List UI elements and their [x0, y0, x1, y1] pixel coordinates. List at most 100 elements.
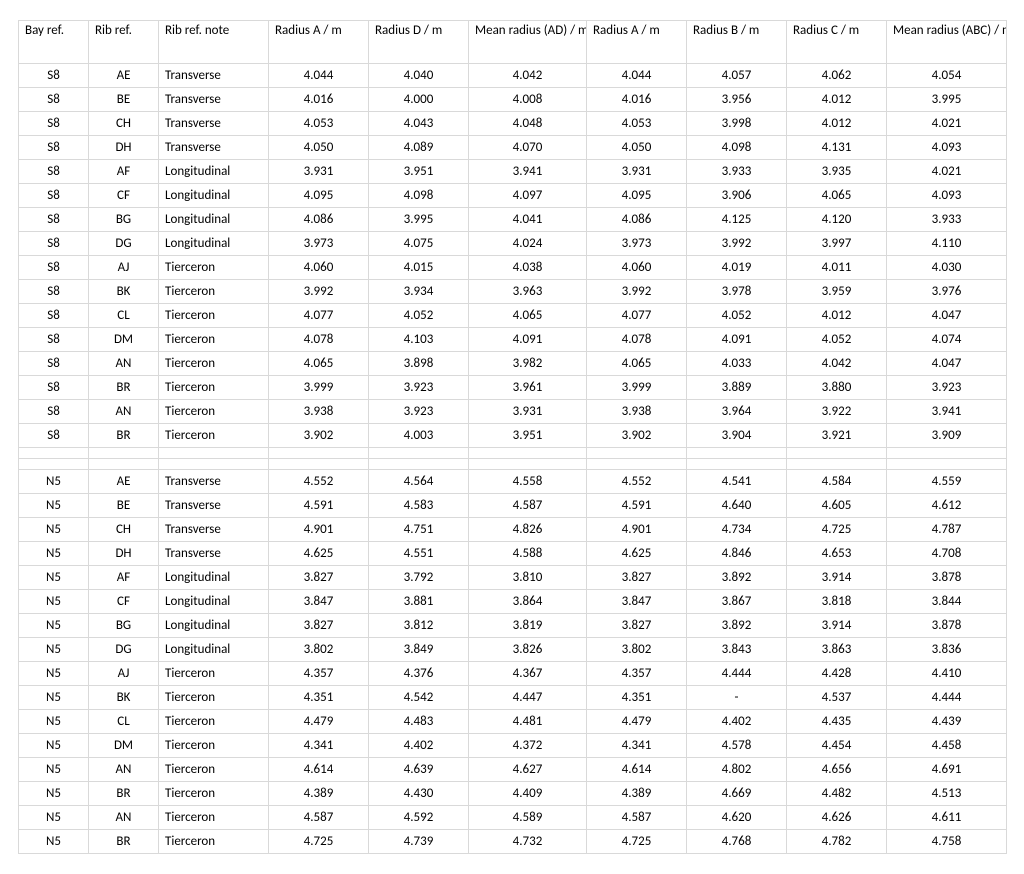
cell-mean-radius-ad: 4.409: [469, 782, 587, 806]
cell-radius-d: 4.075: [369, 232, 469, 256]
cell-mean-radius-abc: 4.611: [887, 806, 1007, 830]
cell-rib-ref-note: Tierceron: [159, 758, 269, 782]
cell-rib-ref: BR: [89, 424, 159, 448]
cell-radius-a: 3.938: [269, 400, 369, 424]
cell-radius-b: 3.992: [687, 232, 787, 256]
cell-radius-b: 4.734: [687, 518, 787, 542]
cell-bay-ref: N5: [19, 710, 89, 734]
cell-radius-a2: 4.351: [587, 686, 687, 710]
cell-radius-d: 3.923: [369, 376, 469, 400]
col-radius-a: Radius A / m: [269, 21, 369, 64]
cell-mean-radius-abc: 3.995: [887, 88, 1007, 112]
cell-rib-ref-note: Longitudinal: [159, 638, 269, 662]
cell-rib-ref-note: Tierceron: [159, 662, 269, 686]
cell-mean-radius-ad: 4.024: [469, 232, 587, 256]
cell-radius-a: 3.992: [269, 280, 369, 304]
cell-rib-ref: AN: [89, 400, 159, 424]
cell-bay-ref: N5: [19, 518, 89, 542]
table-row: N5BRTierceron4.3894.4304.4094.3894.6694.…: [19, 782, 1007, 806]
cell-radius-b: 4.640: [687, 494, 787, 518]
cell-radius-d: 3.792: [369, 566, 469, 590]
cell-radius-d: 4.592: [369, 806, 469, 830]
table-row: S8BRTierceron3.9024.0033.9513.9023.9043.…: [19, 424, 1007, 448]
cell-rib-ref-note: Tierceron: [159, 686, 269, 710]
cell-mean-radius-abc: 3.836: [887, 638, 1007, 662]
cell-rib-ref: CL: [89, 710, 159, 734]
table-row: N5ANTierceron4.5874.5924.5894.5874.6204.…: [19, 806, 1007, 830]
cell-radius-a: 3.931: [269, 160, 369, 184]
cell-radius-b: 4.057: [687, 64, 787, 88]
cell-mean-radius-ad: 4.732: [469, 830, 587, 854]
empty-cell: [687, 448, 787, 459]
cell-radius-a2: 4.077: [587, 304, 687, 328]
cell-radius-a: 3.802: [269, 638, 369, 662]
table-row: S8BETransverse4.0164.0004.0084.0163.9564…: [19, 88, 1007, 112]
cell-radius-a: 3.827: [269, 614, 369, 638]
cell-radius-a2: 4.357: [587, 662, 687, 686]
empty-cell: [369, 459, 469, 470]
cell-radius-a: 4.078: [269, 328, 369, 352]
cell-radius-c: 3.935: [787, 160, 887, 184]
cell-radius-c: 3.921: [787, 424, 887, 448]
col-radius-a2: Radius A / m: [587, 21, 687, 64]
cell-rib-ref-note: Tierceron: [159, 400, 269, 424]
cell-radius-b: -: [687, 686, 787, 710]
cell-mean-radius-ad: 3.941: [469, 160, 587, 184]
cell-bay-ref: S8: [19, 280, 89, 304]
cell-mean-radius-ad: 3.864: [469, 590, 587, 614]
cell-radius-b: 3.956: [687, 88, 787, 112]
cell-radius-c: 3.959: [787, 280, 887, 304]
cell-radius-b: 3.978: [687, 280, 787, 304]
table-row: N5DHTransverse4.6254.5514.5884.6254.8464…: [19, 542, 1007, 566]
cell-radius-a: 4.060: [269, 256, 369, 280]
empty-cell: [159, 459, 269, 470]
cell-radius-c: 4.725: [787, 518, 887, 542]
cell-radius-a2: 4.587: [587, 806, 687, 830]
cell-radius-b: 3.906: [687, 184, 787, 208]
empty-cell: [587, 459, 687, 470]
cell-mean-radius-abc: 3.878: [887, 614, 1007, 638]
empty-cell: [19, 459, 89, 470]
cell-mean-radius-abc: 4.559: [887, 470, 1007, 494]
table-row: S8AFLongitudinal3.9313.9513.9413.9313.93…: [19, 160, 1007, 184]
cell-radius-a2: 4.901: [587, 518, 687, 542]
cell-bay-ref: N5: [19, 542, 89, 566]
cell-radius-b: 4.125: [687, 208, 787, 232]
cell-radius-a: 3.999: [269, 376, 369, 400]
cell-radius-b: 3.964: [687, 400, 787, 424]
empty-cell: [269, 448, 369, 459]
cell-radius-c: 4.011: [787, 256, 887, 280]
table-body: S8AETransverse4.0444.0404.0424.0444.0574…: [19, 64, 1007, 854]
cell-rib-ref: AF: [89, 566, 159, 590]
cell-radius-d: 4.098: [369, 184, 469, 208]
cell-rib-ref: AN: [89, 758, 159, 782]
cell-rib-ref-note: Tierceron: [159, 256, 269, 280]
cell-radius-d: 3.951: [369, 160, 469, 184]
cell-radius-a: 4.901: [269, 518, 369, 542]
cell-radius-d: 4.376: [369, 662, 469, 686]
cell-radius-a2: 3.931: [587, 160, 687, 184]
cell-radius-d: 4.583: [369, 494, 469, 518]
cell-mean-radius-ad: 4.447: [469, 686, 587, 710]
cell-mean-radius-ad: 3.931: [469, 400, 587, 424]
cell-rib-ref-note: Tierceron: [159, 710, 269, 734]
cell-radius-a2: 4.552: [587, 470, 687, 494]
cell-rib-ref: BE: [89, 88, 159, 112]
cell-radius-b: 4.578: [687, 734, 787, 758]
empty-cell: [89, 448, 159, 459]
cell-bay-ref: N5: [19, 782, 89, 806]
col-bay-ref: Bay ref.: [19, 21, 89, 64]
cell-mean-radius-abc: 3.941: [887, 400, 1007, 424]
cell-bay-ref: N5: [19, 638, 89, 662]
cell-radius-c: 3.818: [787, 590, 887, 614]
cell-mean-radius-ad: 4.097: [469, 184, 587, 208]
cell-mean-radius-abc: 3.909: [887, 424, 1007, 448]
table-row: N5BGLongitudinal3.8273.8123.8193.8273.89…: [19, 614, 1007, 638]
cell-mean-radius-abc: 4.054: [887, 64, 1007, 88]
cell-mean-radius-ad: 4.008: [469, 88, 587, 112]
cell-bay-ref: S8: [19, 88, 89, 112]
cell-rib-ref: BG: [89, 208, 159, 232]
cell-radius-b: 4.402: [687, 710, 787, 734]
empty-cell: [887, 448, 1007, 459]
cell-bay-ref: S8: [19, 160, 89, 184]
